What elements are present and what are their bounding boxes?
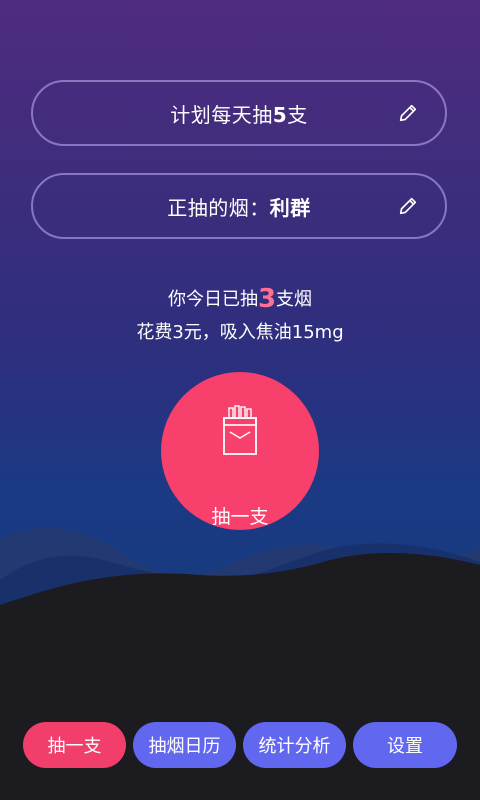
today-count-text: 你今日已抽3支烟 xyxy=(167,284,313,314)
bottom-nav: 抽一支 抽烟日历 统计分析 设置 xyxy=(0,722,480,770)
smoke-one-label: 抽一支 xyxy=(211,506,269,528)
current-brand-name: 利群 xyxy=(269,195,311,220)
current-brand-card[interactable]: 正抽的烟：利群 xyxy=(31,173,447,239)
today-cost-text: 花费3元，吸入焦油15mg xyxy=(136,322,344,343)
edit-pencil-icon[interactable] xyxy=(397,195,419,217)
daily-plan-count: 5 xyxy=(272,102,288,127)
nav-settings[interactable]: 设置 xyxy=(353,722,457,768)
smoke-one-button[interactable]: 抽一支 xyxy=(161,372,319,530)
nav-smoke-one[interactable]: 抽一支 xyxy=(23,722,126,768)
nav-calendar[interactable]: 抽烟日历 xyxy=(133,722,236,768)
cigarette-pack-icon xyxy=(223,405,257,455)
current-brand-text: 正抽的烟：利群 xyxy=(167,195,311,220)
nav-statistics[interactable]: 统计分析 xyxy=(243,722,346,768)
today-count-number: 3 xyxy=(257,284,277,314)
daily-plan-card[interactable]: 计划每天抽5支 xyxy=(31,80,447,146)
app-screen: 计划每天抽5支 正抽的烟：利群 你今日已抽3支烟 花费3元，吸入焦油15mg 抽… xyxy=(0,0,480,800)
daily-plan-text: 计划每天抽5支 xyxy=(170,102,308,127)
edit-pencil-icon[interactable] xyxy=(397,102,419,124)
